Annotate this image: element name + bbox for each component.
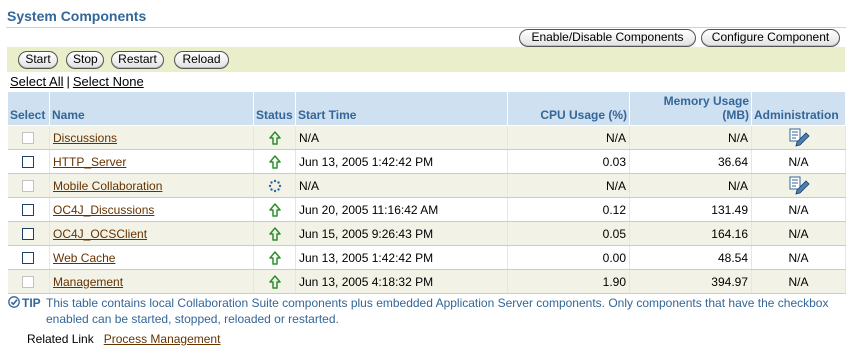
header-cpu-usage: CPU Usage (%) — [507, 91, 630, 126]
component-name-link[interactable]: Management — [53, 275, 123, 289]
enable-disable-components-button[interactable]: Enable/Disable Components — [519, 29, 696, 47]
memory-usage-cell: 164.16 — [629, 221, 752, 246]
header-memory-usage: Memory Usage (MB) — [629, 91, 752, 126]
administration-cell: N/A — [751, 245, 846, 270]
administration-cell: N/A — [751, 269, 846, 294]
table-row: HTTP_Server Jun 13, 2005 1:42:42 PM 0.03… — [7, 149, 846, 174]
related-link-label: Related Link — [27, 332, 94, 346]
memory-usage-cell: 48.54 — [629, 245, 752, 270]
edit-configuration-icon[interactable] — [788, 175, 810, 197]
table-row: Management Jun 13, 2005 4:18:32 PM 1.90 … — [7, 269, 846, 294]
memory-usage-cell: 131.49 — [629, 197, 752, 222]
administration-cell: N/A — [751, 149, 846, 174]
header-select: Select — [7, 91, 50, 126]
select-all-link[interactable]: Select All — [10, 74, 63, 89]
configure-component-button[interactable]: Configure Component — [701, 29, 840, 47]
row-select-checkbox[interactable] — [22, 156, 35, 169]
row-select-checkbox — [22, 132, 35, 145]
table-row: OC4J_Discussions Jun 20, 2005 11:16:42 A… — [7, 197, 846, 222]
header-memory-line1: Memory Usage — [663, 94, 749, 108]
component-name-link[interactable]: Discussions — [53, 131, 117, 145]
memory-usage-cell: 36.64 — [629, 149, 752, 174]
row-select-checkbox[interactable] — [22, 228, 35, 241]
tip-checkmark-icon — [8, 296, 20, 308]
component-name-link[interactable]: OC4J_Discussions — [53, 203, 154, 217]
start-time-cell: Jun 20, 2005 11:16:42 AM — [295, 197, 508, 222]
component-name-link[interactable]: OC4J_OCSClient — [53, 227, 147, 241]
memory-usage-cell: 394.97 — [629, 269, 752, 294]
section-title: System Components — [7, 8, 147, 24]
component-name-link[interactable]: HTTP_Server — [53, 155, 126, 169]
pending-spinner-icon — [268, 179, 281, 193]
selection-links: Select All | Select None — [10, 74, 144, 89]
up-arrow-icon — [268, 275, 281, 289]
up-arrow-icon — [268, 155, 281, 169]
header-memory-line2: (MB) — [722, 108, 749, 122]
table-row: OC4J_OCSClient Jun 15, 2005 9:26:43 PM 0… — [7, 221, 846, 246]
start-time-cell: N/A — [295, 125, 508, 150]
cpu-usage-cell: N/A — [507, 125, 630, 150]
process-management-link[interactable]: Process Management — [104, 332, 221, 346]
cpu-usage-cell: N/A — [507, 173, 630, 198]
header-name: Name — [49, 91, 254, 126]
administration-cell: N/A — [751, 221, 846, 246]
components-table: Select Name Status Start Time CPU Usage … — [7, 91, 846, 294]
start-time-cell: N/A — [295, 173, 508, 198]
title-divider — [6, 27, 846, 28]
memory-usage-cell: N/A — [629, 125, 752, 150]
start-time-cell: Jun 13, 2005 1:42:42 PM — [295, 245, 508, 270]
reload-button[interactable]: Reload — [174, 51, 229, 69]
up-arrow-icon — [268, 203, 281, 217]
stop-button[interactable]: Stop — [66, 51, 104, 69]
table-row: Discussions N/A N/A N/A — [7, 125, 846, 150]
related-links: Related Link Process Management — [27, 332, 220, 346]
start-time-cell: Jun 13, 2005 4:18:32 PM — [295, 269, 508, 294]
header-status: Status — [253, 91, 296, 126]
component-name-link[interactable]: Mobile Collaboration — [53, 179, 162, 193]
table-row: Web Cache Jun 13, 2005 1:42:42 PM 0.00 4… — [7, 245, 846, 270]
up-arrow-icon — [268, 227, 281, 241]
tip-label: TIP — [22, 296, 41, 310]
restart-button[interactable]: Restart — [111, 51, 164, 69]
edit-configuration-icon[interactable] — [788, 127, 810, 149]
start-time-cell: Jun 15, 2005 9:26:43 PM — [295, 221, 508, 246]
row-select-checkbox — [22, 180, 35, 193]
memory-usage-cell: N/A — [629, 173, 752, 198]
up-arrow-icon — [268, 131, 281, 145]
table-row: Mobile Collaboration N/A N/A N/A — [7, 173, 846, 198]
start-button[interactable]: Start — [18, 51, 58, 69]
table-header-row: Select Name Status Start Time CPU Usage … — [7, 91, 846, 126]
cpu-usage-cell: 0.03 — [507, 149, 630, 174]
select-none-link[interactable]: Select None — [73, 74, 144, 89]
header-administration: Administration — [751, 91, 846, 126]
cpu-usage-cell: 1.90 — [507, 269, 630, 294]
header-start-time: Start Time — [295, 91, 508, 126]
cpu-usage-cell: 0.12 — [507, 197, 630, 222]
row-select-checkbox — [22, 276, 35, 289]
row-select-checkbox[interactable] — [22, 204, 35, 217]
selection-separator: | — [66, 74, 70, 89]
cpu-usage-cell: 0.00 — [507, 245, 630, 270]
up-arrow-icon — [268, 251, 281, 265]
administration-cell: N/A — [751, 197, 846, 222]
row-select-checkbox[interactable] — [22, 252, 35, 265]
start-time-cell: Jun 13, 2005 1:42:42 PM — [295, 149, 508, 174]
cpu-usage-cell: 0.05 — [507, 221, 630, 246]
tip-text: This table contains local Collaboration … — [46, 296, 829, 326]
component-name-link[interactable]: Web Cache — [53, 251, 115, 265]
